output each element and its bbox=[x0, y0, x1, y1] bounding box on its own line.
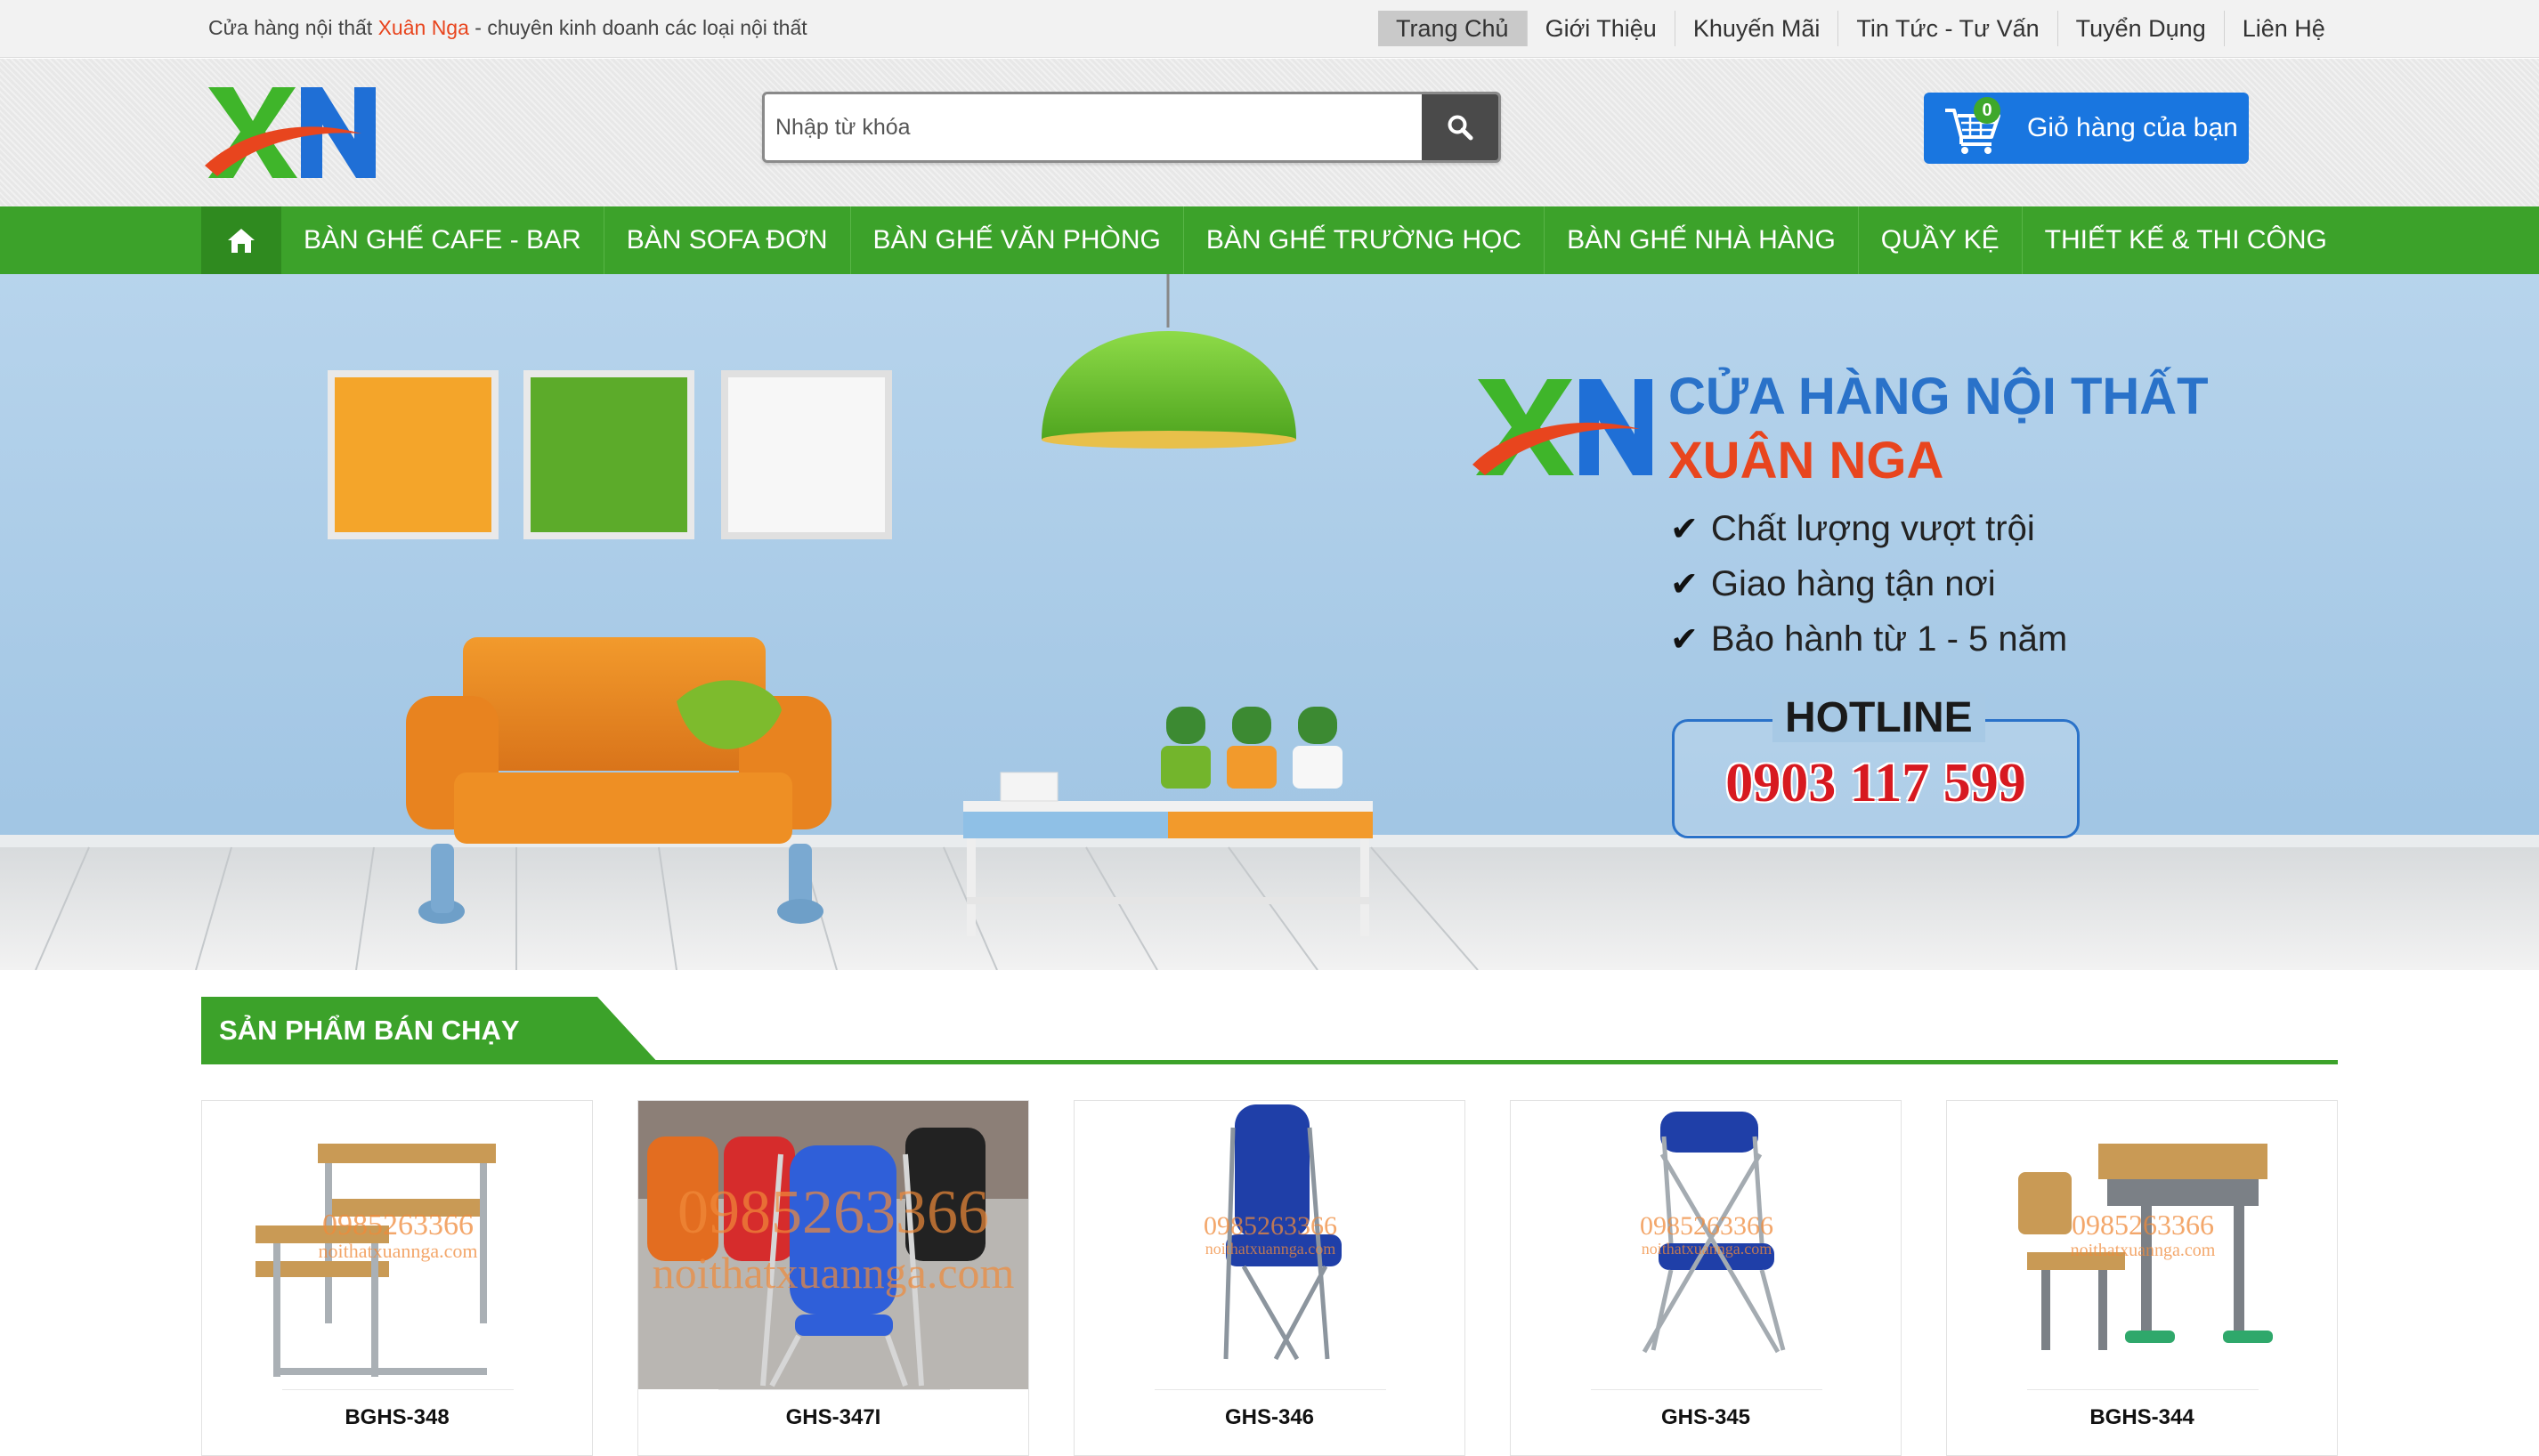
product-name[interactable]: GHS-345 bbox=[1511, 1405, 1901, 1430]
top-nav-news[interactable]: Tin Tức - Tư Vấn bbox=[1838, 11, 2058, 46]
top-nav-contact[interactable]: Liên Hệ bbox=[2225, 11, 2343, 46]
svg-text:0985263366: 0985263366 bbox=[1640, 1211, 1773, 1241]
svg-text:noithatxuannga.com: noithatxuannga.com bbox=[1205, 1240, 1335, 1258]
site-header: 0 Giỏ hàng của bạn bbox=[0, 59, 2539, 206]
section-heading: SẢN PHẨM BÁN CHẠY bbox=[201, 997, 2338, 1064]
hero-banner[interactable]: CỬA HÀNG NỘI THẤT XUÂN NGA ✔ Chất lượng v… bbox=[0, 274, 2539, 970]
home-icon bbox=[228, 229, 255, 253]
card-divider bbox=[1155, 1389, 1386, 1390]
nav-item-office[interactable]: BÀN GHẾ VĂN PHÒNG bbox=[851, 206, 1184, 274]
search-button[interactable] bbox=[1422, 94, 1498, 160]
check-icon: ✔ bbox=[1670, 566, 1699, 603]
top-nav: Trang Chủ Giới Thiệu Khuyến Mãi Tin Tức … bbox=[1378, 11, 2343, 46]
svg-text:noithatxuannga.com: noithatxuannga.com bbox=[318, 1240, 477, 1262]
product-image[interactable]: 0985263366 noithatxuannga.com bbox=[1555, 1101, 1858, 1389]
svg-text:0985263366: 0985263366 bbox=[322, 1209, 474, 1242]
search-icon bbox=[1448, 115, 1473, 141]
hotline-box[interactable]: HOTLINE 0903 117 599 bbox=[1672, 693, 2080, 838]
nav-item-sofa[interactable]: BÀN SOFA ĐƠN bbox=[604, 206, 851, 274]
banner-title-line2: XUÂN NGA bbox=[1668, 432, 1944, 489]
hotline-label: HOTLINE bbox=[1772, 693, 1985, 742]
nav-item-shelves[interactable]: QUẦY KỆ bbox=[1859, 206, 2023, 274]
cart-count-badge: 0 bbox=[1974, 97, 2000, 124]
banner-feature: ✔ Giao hàng tận nơi bbox=[1670, 564, 1996, 603]
top-bar: Cửa hàng nội thất Xuân Nga - chuyên kinh… bbox=[0, 0, 2539, 58]
product-image[interactable]: 0985263366 noithatxuannga.com bbox=[638, 1101, 1028, 1389]
tagline-prefix: Cửa hàng nội thất bbox=[208, 16, 378, 39]
card-divider bbox=[718, 1389, 950, 1390]
cart-button[interactable]: 0 Giỏ hàng của bạn bbox=[1924, 93, 2249, 164]
search-box bbox=[762, 92, 1501, 163]
product-card[interactable]: 0985263366 noithatxuannga.com GHS-347I bbox=[637, 1100, 1029, 1456]
check-icon: ✔ bbox=[1670, 621, 1699, 659]
product-grid: 0985263366 noithatxuannga.com BGHS-348 0… bbox=[201, 1100, 2338, 1456]
top-nav-careers[interactable]: Tuyển Dụng bbox=[2058, 11, 2225, 46]
site-tagline: Cửa hàng nội thất Xuân Nga - chuyên kinh… bbox=[208, 16, 807, 40]
top-nav-about[interactable]: Giới Thiệu bbox=[1528, 11, 1675, 46]
banner-feature-list: ✔ Chất lượng vượt trội ✔ Giao hàng tận nơi… bbox=[1670, 509, 2067, 675]
top-nav-promotions[interactable]: Khuyến Mãi bbox=[1675, 11, 1839, 46]
banner-feature: ✔ Bảo hành từ 1 - 5 năm bbox=[1670, 619, 2068, 659]
card-divider bbox=[282, 1389, 514, 1390]
banner-feature: ✔ Chất lượng vượt trội bbox=[1670, 509, 2035, 548]
card-divider bbox=[1591, 1389, 1822, 1390]
product-image[interactable]: 0985263366 noithatxuannga.com bbox=[1119, 1101, 1422, 1389]
svg-text:noithatxuannga.com: noithatxuannga.com bbox=[653, 1248, 1015, 1298]
svg-text:0985263366: 0985263366 bbox=[677, 1178, 989, 1247]
product-image[interactable]: 0985263366 noithatxuannga.com bbox=[247, 1101, 549, 1389]
nav-item-cafe-bar[interactable]: BÀN GHẾ CAFE - BAR bbox=[281, 206, 604, 274]
hotline-number: 0903 117 599 bbox=[1725, 753, 2026, 813]
nav-item-school[interactable]: BÀN GHẾ TRƯỜNG HỌC bbox=[1184, 206, 1545, 274]
section-title: SẢN PHẨM BÁN CHẠY bbox=[219, 1015, 520, 1046]
tagline-brand: Xuân Nga bbox=[377, 16, 469, 39]
top-nav-home[interactable]: Trang Chủ bbox=[1378, 11, 1528, 46]
tagline-suffix: - chuyên kinh doanh các loại nội thất bbox=[468, 16, 807, 39]
cart-label: Giỏ hàng của bạn bbox=[2027, 113, 2238, 142]
svg-text:noithatxuannga.com: noithatxuannga.com bbox=[1642, 1240, 1772, 1258]
banner-title-line1: CỬA HÀNG NỘI THẤT bbox=[1668, 368, 2209, 425]
product-name[interactable]: GHS-346 bbox=[1075, 1405, 1464, 1430]
product-name[interactable]: BGHS-348 bbox=[202, 1405, 592, 1430]
search-input[interactable] bbox=[765, 94, 1424, 160]
product-image[interactable]: 0985263366 noithatxuannga.com bbox=[1991, 1101, 2294, 1389]
svg-text:noithatxuannga.com: noithatxuannga.com bbox=[2071, 1241, 2216, 1260]
check-icon: ✔ bbox=[1670, 511, 1699, 548]
main-nav: BÀN GHẾ CAFE - BAR BÀN SOFA ĐƠN BÀN GHẾ … bbox=[0, 206, 2539, 274]
product-name[interactable]: GHS-347I bbox=[638, 1405, 1028, 1430]
product-name[interactable]: BGHS-344 bbox=[1947, 1405, 2337, 1430]
product-card[interactable]: 0985263366 noithatxuannga.com GHS-345 bbox=[1510, 1100, 1902, 1456]
product-card[interactable]: 0985263366 noithatxuannga.com BGHS-344 bbox=[1946, 1100, 2338, 1456]
nav-item-restaurant[interactable]: BÀN GHẾ NHÀ HÀNG bbox=[1545, 206, 1859, 274]
svg-text:0985263366: 0985263366 bbox=[2072, 1209, 2214, 1241]
product-card[interactable]: 0985263366 noithatxuannga.com GHS-346 bbox=[1074, 1100, 1465, 1456]
svg-text:0985263366: 0985263366 bbox=[1204, 1211, 1337, 1241]
card-divider bbox=[2027, 1389, 2259, 1390]
nav-item-design[interactable]: THIẾT KẾ & THI CÔNG bbox=[2023, 206, 2349, 274]
site-logo[interactable] bbox=[203, 80, 377, 183]
product-card[interactable]: 0985263366 noithatxuannga.com BGHS-348 bbox=[201, 1100, 593, 1456]
nav-home-button[interactable] bbox=[201, 206, 281, 274]
